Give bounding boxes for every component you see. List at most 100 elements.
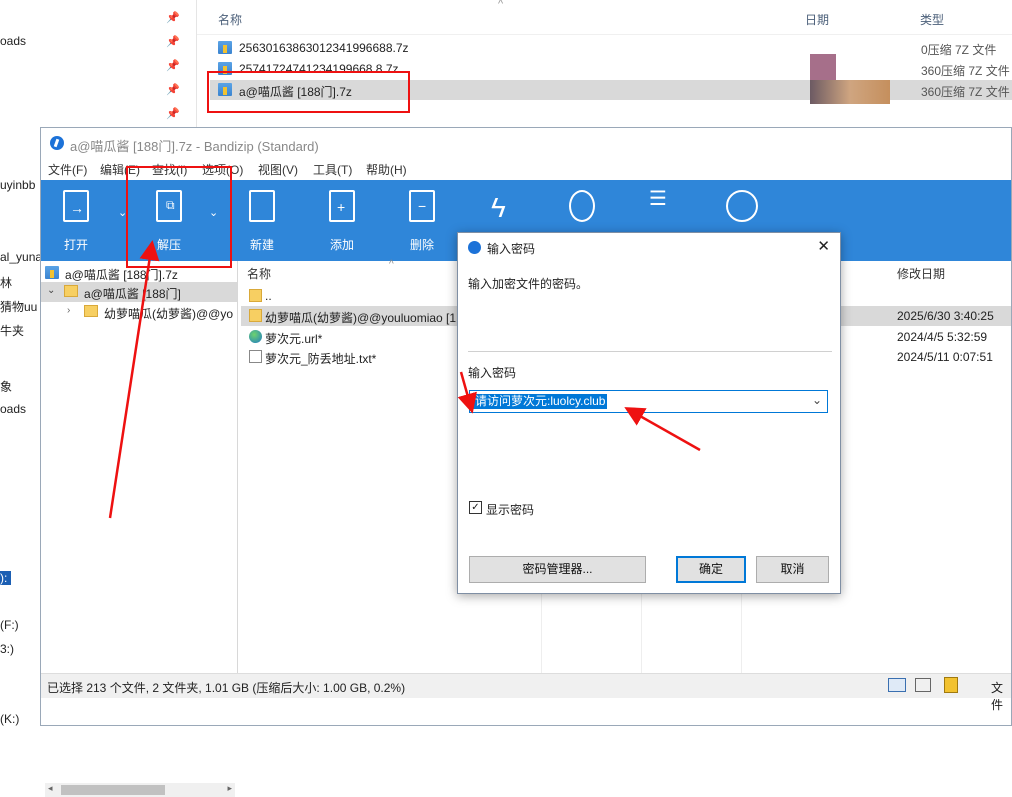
tree-subfolder-label: 幼萝喵瓜(幼萝酱)@@yo — [104, 307, 234, 321]
nav-item[interactable]: 象 — [0, 378, 12, 395]
blurred-thumbnail — [810, 80, 890, 104]
new-archive-icon — [249, 190, 275, 222]
tree-folder-selected[interactable]: ⌄ a@喵瓜酱 [188门] — [41, 282, 237, 302]
file-row[interactable]: 25630163863012341996688.7z 0压缩 7Z 文件 — [210, 38, 1012, 58]
nav-item[interactable]: 猜物uu — [0, 298, 37, 315]
explorer-column-header: 名称 ^ 日期 类型 — [197, 0, 1012, 35]
new-archive-button[interactable]: 新建 — [227, 180, 297, 261]
nav-item[interactable]: oads — [0, 402, 26, 416]
chevron-down-icon[interactable]: ⌄ — [812, 393, 822, 407]
nav-item[interactable]: al_yuna — [0, 250, 42, 264]
dialog-title: 输入密码 — [487, 242, 536, 256]
blurred-thumbnail — [810, 54, 836, 80]
menu-help[interactable]: 帮助(H) — [366, 161, 407, 178]
nav-item[interactable]: 牛夹 — [0, 322, 24, 339]
file-type: 360压缩 7Z 文件 — [921, 64, 1010, 78]
horizontal-scrollbar[interactable]: ◂ ▸ — [45, 783, 235, 797]
folder-icon — [249, 289, 262, 302]
column-name[interactable]: 名称 — [247, 265, 271, 282]
archive-icon[interactable] — [944, 677, 958, 693]
divider — [468, 351, 832, 352]
pin-icon[interactable]: 📌 — [166, 83, 180, 96]
column-modified[interactable]: 修改日期 — [897, 265, 945, 282]
nav-item-drive[interactable]: 3:) — [0, 642, 14, 656]
open-icon: → — [63, 190, 89, 222]
pin-icon[interactable]: 📌 — [166, 59, 180, 72]
lightning-icon: ϟ — [491, 192, 506, 223]
status-right-text: 文件 — [991, 681, 1004, 712]
item-date: 2024/4/5 5:32:59 — [897, 330, 988, 344]
column-type[interactable]: 类型 — [920, 11, 944, 28]
text-file-icon — [249, 350, 262, 363]
globe-icon — [726, 190, 758, 222]
column-date[interactable]: 日期 — [805, 11, 829, 28]
item-name: .. — [265, 289, 272, 303]
nav-item-drive-selected[interactable]: ): — [0, 571, 12, 585]
window-title: a@喵瓜酱 [188门].7z - Bandizip (Standard) — [70, 139, 319, 154]
nav-item-drive[interactable]: (F:) — [0, 618, 19, 632]
nav-item-drive[interactable]: (K:) — [0, 712, 19, 726]
menu-file[interactable]: 文件(F) — [48, 161, 87, 178]
7z-file-icon — [45, 266, 59, 279]
open-button[interactable]: → 打开 — [41, 180, 111, 261]
scroll-left-icon[interactable]: ◂ — [48, 783, 53, 794]
globe-icon — [249, 330, 262, 343]
cancel-button[interactable]: 取消 — [756, 556, 829, 583]
preview-view-icon[interactable] — [915, 678, 931, 692]
annotation-box-extract — [126, 166, 232, 268]
add-button[interactable]: + 添加 — [307, 180, 377, 261]
scroll-thumb[interactable] — [61, 785, 165, 795]
chevron-down-icon[interactable]: ⌄ — [47, 285, 55, 296]
add-label: 添加 — [329, 238, 354, 252]
delete-file-icon: − — [409, 190, 435, 222]
password-input[interactable]: 请访问萝次元:luolcy.club — [473, 394, 608, 409]
delete-button[interactable]: − 删除 — [387, 180, 457, 261]
sort-up-icon: ^ — [498, 0, 504, 10]
7z-file-icon — [218, 41, 232, 54]
password-dialog: 输入密码 ✕ 输入加密文件的密码。 输入密码 请访问萝次元:luolcy.clu… — [457, 232, 841, 594]
sort-up-icon: ^ — [389, 259, 394, 270]
file-type: 0压缩 7Z 文件 — [921, 43, 997, 57]
list-icon: ☰ — [649, 188, 667, 210]
nav-item[interactable]: oads — [0, 34, 26, 48]
chevron-right-icon[interactable]: › — [67, 305, 70, 316]
password-manager-button[interactable]: 密码管理器... — [469, 556, 646, 583]
item-name: 萝次元.url* — [265, 332, 323, 346]
file-type: 360压缩 7Z 文件 — [921, 85, 1010, 99]
dialog-title-bar: 输入密码 ✕ — [458, 233, 840, 261]
scroll-right-icon[interactable]: ▸ — [227, 783, 232, 794]
annotation-box-file — [207, 71, 410, 113]
pin-icon[interactable]: 📌 — [166, 11, 180, 24]
delete-label: 删除 — [409, 238, 434, 252]
pin-icon[interactable]: 📌 — [166, 107, 180, 120]
pin-icon[interactable]: 📌 — [166, 35, 180, 48]
tree-folder-label: a@喵瓜酱 [188门] — [84, 287, 181, 301]
status-bar: 已选择 213 个文件, 2 文件夹, 1.01 GB (压缩后大小: 1.00… — [41, 673, 1011, 712]
details-view-icon[interactable] — [888, 678, 906, 692]
new-label: 新建 — [249, 238, 274, 252]
password-combobox[interactable]: 请访问萝次元:luolcy.club ⌄ — [469, 390, 828, 413]
folder-tree: a@喵瓜酱 [188门].7z ⌄ a@喵瓜酱 [188门] › 幼萝喵瓜(幼萝… — [41, 261, 238, 797]
menu-tools[interactable]: 工具(T) — [313, 161, 352, 178]
menu-view[interactable]: 视图(V) — [258, 161, 298, 178]
tree-root-label: a@喵瓜酱 [188门].7z — [65, 268, 178, 282]
nav-item[interactable]: 林 — [0, 274, 12, 291]
file-name: 25630163863012341996688.7z — [239, 41, 409, 55]
item-date: 2024/5/11 0:07:51 — [897, 350, 993, 364]
open-label: 打开 — [63, 238, 88, 252]
bandizip-logo-icon — [468, 241, 481, 254]
folder-icon — [84, 305, 98, 317]
close-icon[interactable]: ✕ — [817, 237, 830, 255]
folder-icon — [249, 309, 262, 322]
add-file-icon: + — [329, 190, 355, 222]
column-name[interactable]: 名称 — [218, 11, 242, 28]
password-label: 输入密码 — [468, 366, 517, 380]
show-password-checkbox[interactable]: ✓ — [469, 501, 482, 514]
tree-subfolder[interactable]: › 幼萝喵瓜(幼萝酱)@@yo — [41, 302, 237, 322]
shield-icon — [569, 190, 595, 222]
item-name: 幼萝喵瓜(幼萝酱)@@youluomiao [1 — [265, 311, 457, 325]
bandizip-logo-icon — [50, 136, 64, 150]
show-password-label[interactable]: 显示密码 — [486, 501, 534, 518]
nav-item[interactable]: uyinbb — [0, 178, 35, 192]
ok-button[interactable]: 确定 — [676, 556, 746, 583]
